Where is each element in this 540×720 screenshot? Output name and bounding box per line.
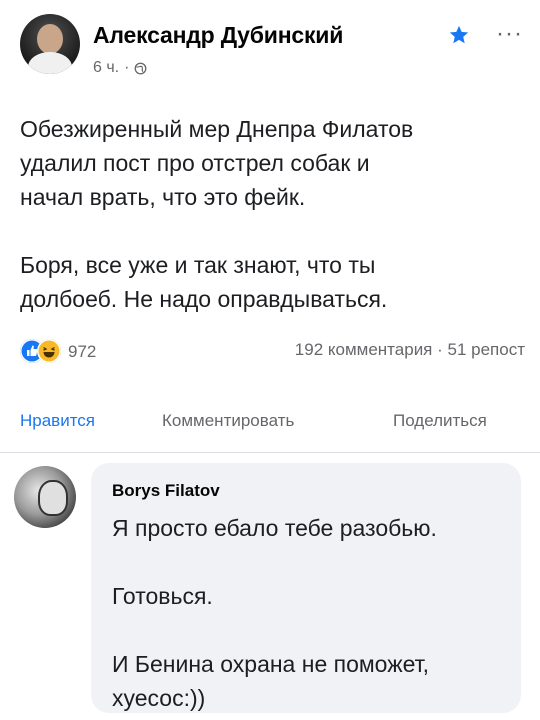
comment-line: Я просто ебало тебе разобью. (112, 515, 437, 541)
comment-author-name[interactable]: Borys Filatov (112, 481, 220, 501)
post-stats: 972 192 комментария · 51 репост (20, 337, 525, 365)
comment-line: хуесос:)) (112, 685, 206, 711)
post-author-name[interactable]: Александр Дубинский (93, 22, 343, 49)
post-header: Александр Дубинский 6 ч. · ··· (20, 14, 523, 84)
comment-line: И Бенина охрана не поможет, (112, 651, 430, 677)
comment-button[interactable]: Комментировать (162, 411, 294, 431)
divider (0, 452, 540, 453)
globe-icon (135, 62, 147, 74)
post-line: Боря, все уже и так знают, что ты (20, 252, 376, 278)
post-line: удалил пост про отстрел собак и (20, 150, 370, 176)
post-time[interactable]: 6 ч. (93, 59, 119, 77)
star-icon[interactable] (448, 24, 470, 46)
comment-text: Я просто ебало тебе разобью. Готовься. И… (112, 511, 512, 715)
post-text: Обезжиренный мер Днепра Филатов удалил п… (20, 112, 525, 316)
avatar-hand (38, 480, 68, 516)
like-button[interactable]: Нравится (20, 411, 95, 431)
share-button[interactable]: Поделиться (393, 411, 487, 431)
comment-bubble: Borys Filatov Я просто ебало тебе разобь… (91, 463, 521, 713)
avatar-shirt (28, 52, 72, 74)
post-actions: Нравится Комментировать Поделиться (0, 403, 540, 433)
avatar-face (37, 24, 63, 54)
author-avatar[interactable] (20, 14, 80, 74)
reaction-count: 972 (68, 342, 97, 361)
post-line: долбоеб. Не надо оправдываться. (20, 286, 388, 312)
post-line: начал врать, что это фейк. (20, 184, 306, 210)
more-icon[interactable]: ··· (496, 20, 523, 48)
meta-separator: · (124, 59, 130, 76)
post-line: Обезжиренный мер Днепра Филатов (20, 116, 414, 142)
commenter-avatar[interactable] (14, 466, 76, 528)
comments-shares-count[interactable]: 192 комментария · 51 репост (295, 340, 525, 360)
post-meta: 6 ч. · (93, 59, 147, 77)
haha-reaction-icon (37, 339, 61, 363)
comment-line: Готовься. (112, 583, 213, 609)
